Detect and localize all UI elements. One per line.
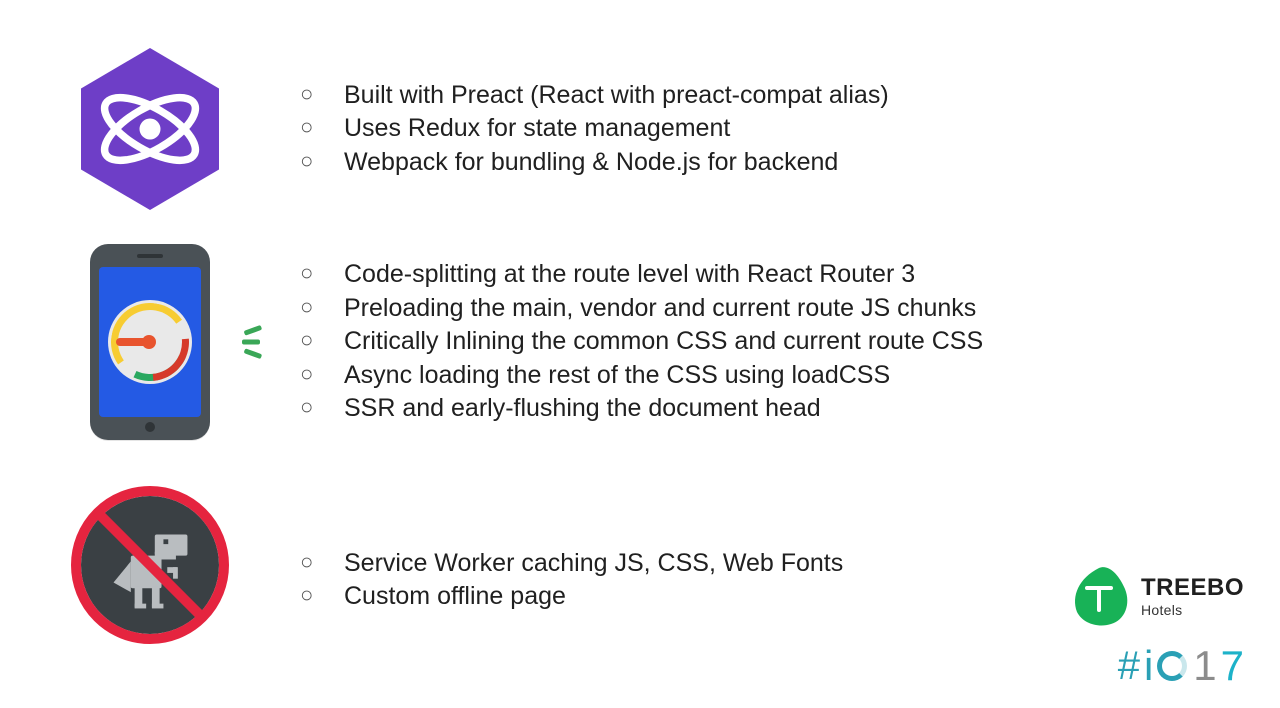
io17-seven: 7 — [1221, 642, 1244, 690]
logo-block: TREEBO Hotels # i 1 7 — [1067, 564, 1244, 690]
list-item: Critically Inlining the common CSS and c… — [300, 325, 983, 359]
list-item: SSR and early-flushing the document head — [300, 392, 983, 426]
list-item: Code-splitting at the route level with R… — [300, 258, 983, 292]
gauge-icon — [108, 300, 192, 384]
io17-one: 1 — [1193, 642, 1216, 690]
icon-col — [0, 490, 300, 640]
offline-dino-banned-icon — [75, 490, 225, 640]
bullet-list: Service Worker caching JS, CSS, Web Font… — [300, 547, 843, 614]
bullet-list: Code-splitting at the route level with R… — [300, 258, 983, 426]
list-item: Built with Preact (React with preact-com… — [300, 79, 889, 113]
section-stack: Built with Preact (React with preact-com… — [0, 44, 889, 214]
io17-i: i — [1144, 642, 1153, 690]
list-item: Webpack for bundling & Node.js for backe… — [300, 146, 889, 180]
list-item: Custom offline page — [300, 580, 843, 614]
list-item: Async loading the rest of the CSS using … — [300, 359, 983, 393]
treebo-logo: TREEBO Hotels — [1067, 564, 1244, 628]
icon-col — [0, 44, 300, 214]
io17-o-icon — [1157, 651, 1187, 681]
speed-ticks-icon — [242, 323, 260, 362]
treebo-text: TREEBO Hotels — [1141, 574, 1244, 618]
list-item: Preloading the main, vendor and current … — [300, 292, 983, 326]
treebo-sub: Hotels — [1141, 602, 1244, 618]
preact-logo-icon — [75, 44, 225, 214]
bullet-list: Built with Preact (React with preact-com… — [300, 79, 889, 180]
list-item: Service Worker caching JS, CSS, Web Font… — [300, 547, 843, 581]
treebo-brand: TREEBO — [1141, 574, 1244, 602]
ban-icon — [71, 486, 229, 644]
hash-icon: # — [1118, 644, 1140, 689]
section-performance: Code-splitting at the route level with R… — [0, 242, 983, 442]
io17-logo: # i 1 7 — [1118, 642, 1244, 690]
list-item: Uses Redux for state management — [300, 112, 889, 146]
section-offline: Service Worker caching JS, CSS, Web Font… — [0, 490, 843, 640]
lighthouse-phone-icon — [70, 242, 230, 442]
treebo-mark-icon — [1067, 564, 1131, 628]
icon-col — [0, 242, 300, 442]
